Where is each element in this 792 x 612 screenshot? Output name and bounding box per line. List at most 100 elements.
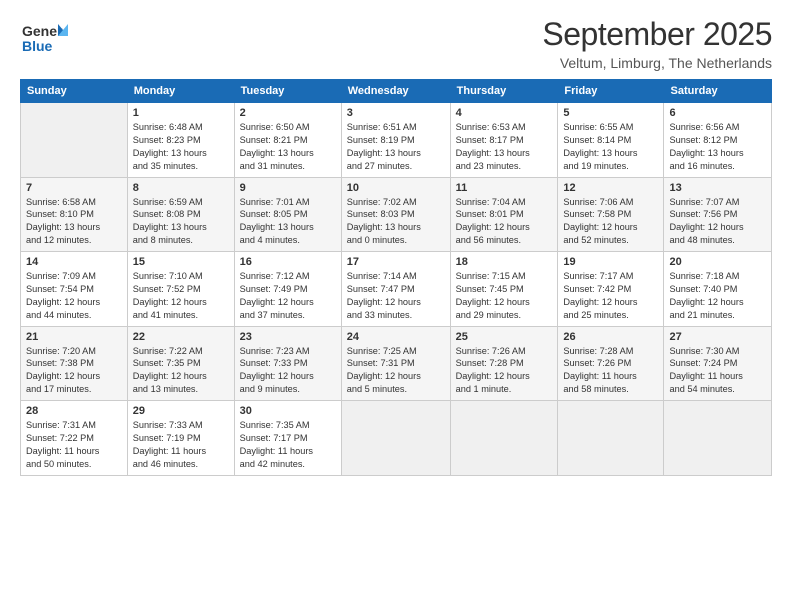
calendar-cell: 8 Sunrise: 6:59 AMSunset: 8:08 PMDaylight… — [127, 177, 234, 252]
week-row-2: 7Sunrise: 6:58 AMSunset: 8:10 PMDaylight… — [21, 177, 772, 252]
day-number: 9 — [240, 182, 336, 194]
calendar-cell: 19 Sunrise: 7:17 AMSunset: 7:42 PMDayligh… — [558, 252, 664, 327]
day-info: Sunrise: 7:22 AMSunset: 7:35 PMDaylight:… — [133, 345, 229, 397]
calendar-cell: 28 Sunrise: 7:31 AMSunset: 7:22 PMDayligh… — [21, 401, 128, 476]
logo: General Blue — [20, 16, 68, 65]
day-info: Sunrise: 6:56 AMSunset: 8:12 PMDaylight:… — [669, 121, 766, 173]
day-number: 14 — [26, 256, 122, 268]
col-saturday: Saturday — [664, 80, 772, 103]
calendar-cell: 23 Sunrise: 7:23 AMSunset: 7:33 PMDayligh… — [234, 326, 341, 401]
day-info: Sunrise: 7:31 AMSunset: 7:22 PMDaylight:… — [26, 419, 122, 471]
day-info: Sunrise: 7:15 AMSunset: 7:45 PMDaylight:… — [456, 270, 553, 322]
location: Veltum, Limburg, The Netherlands — [542, 55, 772, 71]
calendar-header-row: Sunday Monday Tuesday Wednesday Thursday… — [21, 80, 772, 103]
week-row-4: 21Sunrise: 7:20 AMSunset: 7:38 PMDayligh… — [21, 326, 772, 401]
day-number: 6 — [669, 107, 766, 119]
col-friday: Friday — [558, 80, 664, 103]
month-title: September 2025 — [542, 16, 772, 53]
day-info: Sunrise: 7:04 AMSunset: 8:01 PMDaylight:… — [456, 196, 553, 248]
calendar-cell: 15Sunrise: 7:10 AMSunset: 7:52 PMDayligh… — [127, 252, 234, 327]
calendar-cell: 24 Sunrise: 7:25 AMSunset: 7:31 PMDayligh… — [341, 326, 450, 401]
day-info: Sunrise: 7:09 AMSunset: 7:54 PMDaylight:… — [26, 270, 122, 322]
calendar-cell: 22 Sunrise: 7:22 AMSunset: 7:35 PMDayligh… — [127, 326, 234, 401]
day-number: 19 — [563, 256, 658, 268]
day-number: 29 — [133, 405, 229, 417]
day-info: Sunrise: 7:26 AMSunset: 7:28 PMDaylight:… — [456, 345, 553, 397]
col-monday: Monday — [127, 80, 234, 103]
day-number: 7 — [26, 182, 122, 194]
calendar-cell: 16 Sunrise: 7:12 AMSunset: 7:49 PMDayligh… — [234, 252, 341, 327]
calendar-cell: 20 Sunrise: 7:18 AMSunset: 7:40 PMDayligh… — [664, 252, 772, 327]
week-row-5: 28 Sunrise: 7:31 AMSunset: 7:22 PMDayligh… — [21, 401, 772, 476]
day-number: 12 — [563, 182, 658, 194]
day-info: Sunrise: 7:17 AMSunset: 7:42 PMDaylight:… — [563, 270, 658, 322]
day-info: Sunrise: 7:33 AMSunset: 7:19 PMDaylight:… — [133, 419, 229, 471]
day-number: 11 — [456, 182, 553, 194]
day-number: 2 — [240, 107, 336, 119]
day-number: 4 — [456, 107, 553, 119]
day-info: Sunrise: 7:35 AMSunset: 7:17 PMDaylight:… — [240, 419, 336, 471]
day-number: 16 — [240, 256, 336, 268]
calendar-cell: 4 Sunrise: 6:53 AMSunset: 8:17 PMDaylight… — [450, 103, 558, 178]
day-number: 26 — [563, 331, 658, 343]
calendar-cell — [341, 401, 450, 476]
calendar-cell: 18 Sunrise: 7:15 AMSunset: 7:45 PMDayligh… — [450, 252, 558, 327]
day-number: 23 — [240, 331, 336, 343]
day-number: 3 — [347, 107, 445, 119]
day-info: Sunrise: 6:59 AMSunset: 8:08 PMDaylight:… — [133, 196, 229, 248]
day-info: Sunrise: 7:14 AMSunset: 7:47 PMDaylight:… — [347, 270, 445, 322]
day-number: 28 — [26, 405, 122, 417]
day-number: 20 — [669, 256, 766, 268]
day-info: Sunrise: 7:01 AMSunset: 8:05 PMDaylight:… — [240, 196, 336, 248]
day-info: Sunrise: 7:23 AMSunset: 7:33 PMDaylight:… — [240, 345, 336, 397]
day-number: 27 — [669, 331, 766, 343]
calendar-table: Sunday Monday Tuesday Wednesday Thursday… — [20, 79, 772, 476]
day-number: 17 — [347, 256, 445, 268]
calendar-cell: 17 Sunrise: 7:14 AMSunset: 7:47 PMDayligh… — [341, 252, 450, 327]
calendar-cell: 13Sunrise: 7:07 AMSunset: 7:56 PMDayligh… — [664, 177, 772, 252]
calendar-cell: 6 Sunrise: 6:56 AMSunset: 8:12 PMDaylight… — [664, 103, 772, 178]
calendar-cell — [21, 103, 128, 178]
calendar-cell: 11 Sunrise: 7:04 AMSunset: 8:01 PMDayligh… — [450, 177, 558, 252]
day-info: Sunrise: 7:07 AMSunset: 7:56 PMDaylight:… — [669, 196, 766, 248]
day-info: Sunrise: 6:53 AMSunset: 8:17 PMDaylight:… — [456, 121, 553, 173]
day-number: 10 — [347, 182, 445, 194]
calendar-cell: 2 Sunrise: 6:50 AMSunset: 8:21 PMDaylight… — [234, 103, 341, 178]
day-number: 22 — [133, 331, 229, 343]
week-row-3: 14 Sunrise: 7:09 AMSunset: 7:54 PMDayligh… — [21, 252, 772, 327]
day-number: 24 — [347, 331, 445, 343]
logo-icon: General Blue — [20, 16, 68, 60]
col-thursday: Thursday — [450, 80, 558, 103]
week-row-1: 1Sunrise: 6:48 AMSunset: 8:23 PMDaylight… — [21, 103, 772, 178]
day-number: 18 — [456, 256, 553, 268]
day-info: Sunrise: 7:10 AMSunset: 7:52 PMDaylight:… — [133, 270, 229, 322]
day-number: 5 — [563, 107, 658, 119]
calendar-cell: 29 Sunrise: 7:33 AMSunset: 7:19 PMDayligh… — [127, 401, 234, 476]
calendar-cell: 9 Sunrise: 7:01 AMSunset: 8:05 PMDaylight… — [234, 177, 341, 252]
day-info: Sunrise: 7:06 AMSunset: 7:58 PMDaylight:… — [563, 196, 658, 248]
title-block: September 2025 Veltum, Limburg, The Neth… — [542, 16, 772, 71]
svg-text:Blue: Blue — [22, 38, 53, 54]
col-wednesday: Wednesday — [341, 80, 450, 103]
col-tuesday: Tuesday — [234, 80, 341, 103]
day-info: Sunrise: 7:18 AMSunset: 7:40 PMDaylight:… — [669, 270, 766, 322]
day-info: Sunrise: 7:28 AMSunset: 7:26 PMDaylight:… — [563, 345, 658, 397]
day-info: Sunrise: 6:55 AMSunset: 8:14 PMDaylight:… — [563, 121, 658, 173]
day-info: Sunrise: 6:48 AMSunset: 8:23 PMDaylight:… — [133, 121, 229, 173]
page-header: General Blue September 2025 Veltum, Limb… — [20, 16, 772, 71]
calendar-cell — [450, 401, 558, 476]
calendar-cell: 7Sunrise: 6:58 AMSunset: 8:10 PMDaylight… — [21, 177, 128, 252]
day-info: Sunrise: 7:20 AMSunset: 7:38 PMDaylight:… — [26, 345, 122, 397]
day-info: Sunrise: 7:30 AMSunset: 7:24 PMDaylight:… — [669, 345, 766, 397]
day-info: Sunrise: 6:50 AMSunset: 8:21 PMDaylight:… — [240, 121, 336, 173]
col-sunday: Sunday — [21, 80, 128, 103]
day-number: 25 — [456, 331, 553, 343]
calendar-cell: 14 Sunrise: 7:09 AMSunset: 7:54 PMDayligh… — [21, 252, 128, 327]
day-info: Sunrise: 6:51 AMSunset: 8:19 PMDaylight:… — [347, 121, 445, 173]
day-info: Sunrise: 7:25 AMSunset: 7:31 PMDaylight:… — [347, 345, 445, 397]
calendar-cell: 5 Sunrise: 6:55 AMSunset: 8:14 PMDaylight… — [558, 103, 664, 178]
day-number: 8 — [133, 182, 229, 194]
calendar-cell — [664, 401, 772, 476]
day-info: Sunrise: 7:12 AMSunset: 7:49 PMDaylight:… — [240, 270, 336, 322]
day-info: Sunrise: 7:02 AMSunset: 8:03 PMDaylight:… — [347, 196, 445, 248]
